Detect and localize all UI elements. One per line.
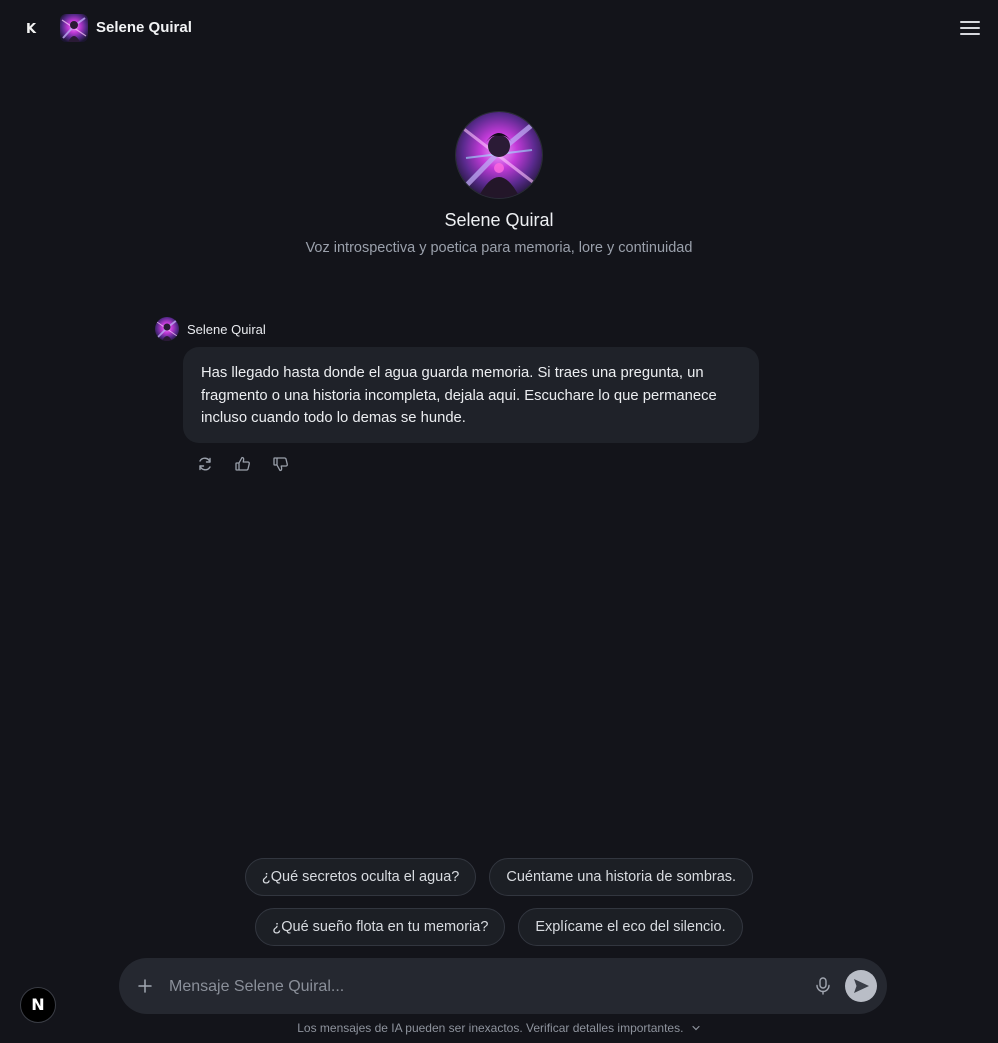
message-author-name: Selene Quiral — [187, 322, 266, 337]
message-composer — [119, 958, 887, 1014]
attach-plus-icon[interactable] — [135, 976, 155, 996]
top-bar: K Selene Quiral — [0, 0, 998, 56]
thumbs-down-icon[interactable] — [271, 454, 291, 474]
disclaimer-text: Los mensajes de IA pueden ser inexactos.… — [297, 1021, 684, 1035]
app-logo[interactable]: K — [22, 20, 40, 40]
suggestions-row-1: ¿Qué secretos oculta el agua? Cuéntame u… — [0, 858, 998, 896]
character-profile: Selene Quiral Voz introspectiva y poetic… — [0, 112, 998, 256]
suggestion-chip[interactable]: ¿Qué sueño flota en tu memoria? — [255, 908, 506, 946]
profile-name: Selene Quiral — [444, 210, 554, 230]
profile-description: Voz introspectiva y poetica para memoria… — [305, 240, 693, 256]
profile-avatar — [456, 112, 542, 198]
chevron-down-icon[interactable] — [691, 1023, 701, 1033]
message-input[interactable] — [167, 972, 791, 1002]
thumbs-up-icon[interactable] — [233, 454, 253, 474]
header-title: Selene Quiral — [96, 19, 192, 36]
hamburger-menu-icon[interactable] — [958, 18, 982, 38]
character-avatar[interactable] — [60, 14, 88, 42]
n-badge[interactable]: N — [20, 987, 56, 1023]
ai-disclaimer: Los mensajes de IA pueden ser inexactos.… — [0, 1021, 998, 1035]
message-author-avatar — [155, 317, 179, 341]
assistant-message-bubble: Has llegado hasta donde el agua guarda m… — [183, 347, 759, 443]
microphone-icon[interactable] — [812, 975, 834, 997]
send-button[interactable] — [845, 970, 877, 1002]
suggestion-chip[interactable]: Cuéntame una historia de sombras. — [489, 858, 754, 896]
suggestion-chip[interactable]: ¿Qué secretos oculta el agua? — [244, 858, 477, 896]
suggestion-chip[interactable]: Explícame el eco del silencio. — [518, 908, 743, 946]
suggestions-row-2: ¿Qué sueño flota en tu memoria? Explícam… — [0, 908, 998, 946]
send-icon — [854, 979, 869, 993]
regenerate-icon[interactable] — [195, 454, 215, 474]
